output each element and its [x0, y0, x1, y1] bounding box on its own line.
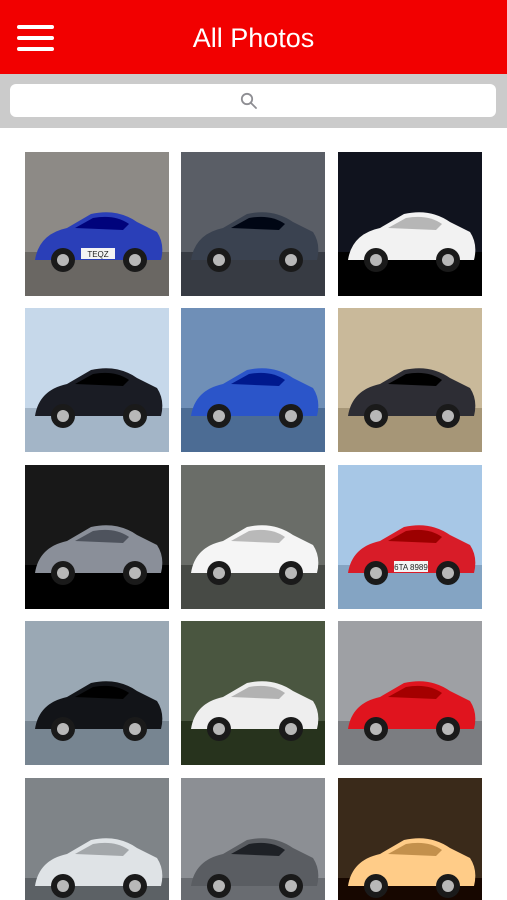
photo-image: [181, 152, 325, 296]
photo-image: [338, 152, 482, 296]
photo-thumbnail[interactable]: [181, 308, 325, 452]
photo-thumbnail[interactable]: [338, 308, 482, 452]
photo-thumbnail[interactable]: [25, 621, 169, 765]
photo-thumbnail[interactable]: 6TA 8989: [338, 465, 482, 609]
license-plate-text: 6TA 8989: [394, 563, 428, 572]
photo-thumbnail[interactable]: [25, 778, 169, 900]
search-input[interactable]: [10, 84, 496, 117]
photo-thumbnail[interactable]: [181, 621, 325, 765]
photo-thumbnail[interactable]: [181, 465, 325, 609]
photo-thumbnail[interactable]: [181, 152, 325, 296]
page-title: All Photos: [192, 23, 315, 53]
photo-image: [181, 778, 325, 900]
license-plate-text: TEQZ: [87, 250, 108, 259]
photo-image: [181, 308, 325, 452]
photo-image: [25, 621, 169, 765]
photo-image: [338, 308, 482, 452]
photo-image: 6TA 8989: [338, 465, 482, 609]
photo-thumbnail[interactable]: [25, 465, 169, 609]
photo-image: [25, 465, 169, 609]
photo-image: [25, 308, 169, 452]
photo-thumbnail[interactable]: TEQZ: [25, 152, 169, 296]
photo-image: [25, 778, 169, 900]
photo-image: [181, 465, 325, 609]
photo-image: [181, 621, 325, 765]
photo-image: [338, 621, 482, 765]
photo-grid: TEQZ 6TA 8989: [0, 128, 507, 900]
photo-thumbnail[interactable]: [338, 621, 482, 765]
app-header: All Photos: [0, 0, 507, 74]
photo-thumbnail[interactable]: [25, 308, 169, 452]
photo-thumbnail[interactable]: [338, 152, 482, 296]
photo-image: [338, 778, 482, 900]
photo-image: TEQZ: [25, 152, 169, 296]
photo-thumbnail[interactable]: [181, 778, 325, 900]
photo-thumbnail[interactable]: [338, 778, 482, 900]
search-bar: [0, 74, 507, 128]
